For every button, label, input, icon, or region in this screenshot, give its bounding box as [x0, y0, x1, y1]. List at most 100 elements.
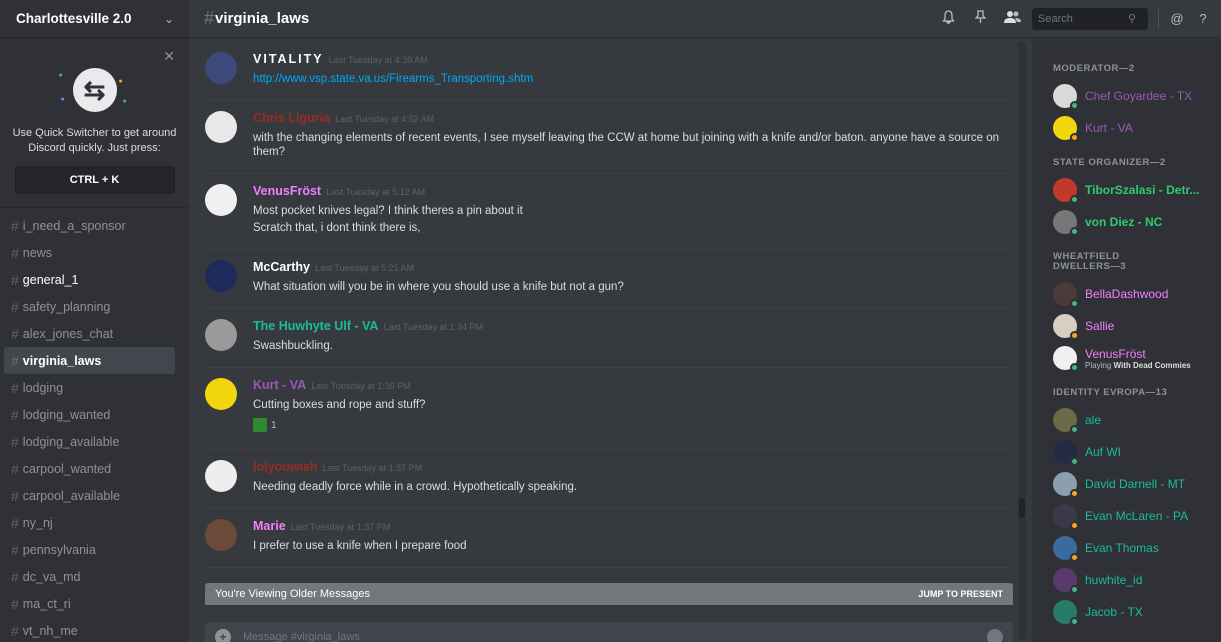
- server-header[interactable]: Charlottesville 2.0 ⌄: [0, 0, 189, 38]
- member-item[interactable]: BellaDashwood: [1032, 278, 1221, 310]
- status-dot: [1070, 521, 1079, 530]
- message: Marie Last Tuesday at 1:37 PM I prefer to …: [205, 509, 1013, 568]
- member-name: VenusFröst: [1085, 346, 1146, 361]
- members-icon[interactable]: [1004, 10, 1021, 27]
- status-dot: [1070, 425, 1079, 434]
- message-header: Kurt - VA Last Tuesday at 1:36 PM: [253, 378, 1013, 395]
- member-item[interactable]: Auf WI: [1032, 436, 1221, 468]
- member-item[interactable]: Evan McLaren - PA: [1032, 500, 1221, 532]
- reaction-button[interactable]: 1: [253, 418, 277, 432]
- member-item[interactable]: Chef Goyardee - TX: [1032, 80, 1221, 112]
- close-icon[interactable]: ✕: [163, 48, 175, 65]
- member-info: von Diez - NC: [1085, 215, 1162, 229]
- user-avatar[interactable]: [205, 460, 237, 492]
- member-item[interactable]: Kurt - VA: [1032, 112, 1221, 144]
- channel-item-alex-jones-chat[interactable]: # alex_jones_chat: [4, 320, 175, 347]
- message-input[interactable]: [243, 631, 943, 642]
- channel-item-general-1[interactable]: # general_1: [4, 266, 175, 293]
- user-avatar[interactable]: [205, 319, 237, 351]
- quick-switcher-tip: ✕ ● ● ● ● ⇆ Use Quick Switcher to get ar…: [0, 38, 189, 208]
- channel-item-i-need-a-sponsor[interactable]: # i_need_a_sponsor: [4, 212, 175, 239]
- hash-icon: #: [11, 514, 19, 531]
- message-body: VITALITY Last Tuesday at 4:39 AM http://ww…: [253, 52, 1013, 86]
- member-item[interactable]: TiborSzalasi - Detr...: [1032, 174, 1221, 206]
- user-avatar[interactable]: [205, 111, 237, 143]
- message-author[interactable]: Kurt - VA: [253, 378, 306, 392]
- switch-arrows-icon: ● ● ● ● ⇆: [59, 68, 127, 114]
- member-info: BellaDashwood: [1085, 287, 1168, 301]
- jump-to-present-button[interactable]: JUMP TO PRESENT: [918, 589, 1003, 599]
- channel-item-virginia-laws[interactable]: # virginia_laws: [4, 347, 175, 374]
- channel-item-carpool-wanted[interactable]: # carpool_wanted: [4, 455, 175, 482]
- older-messages-bar[interactable]: You're Viewing Older Messages JUMP TO PR…: [205, 583, 1013, 605]
- hash-icon: #: [204, 8, 215, 28]
- channel-item-lodging-available[interactable]: # lodging_available: [4, 428, 175, 455]
- status-dot: [1070, 331, 1079, 340]
- member-item[interactable]: Evan Thomas: [1032, 532, 1221, 564]
- member-item[interactable]: von Diez - NC: [1032, 206, 1221, 238]
- user-avatar[interactable]: [205, 260, 237, 292]
- user-avatar[interactable]: [205, 52, 237, 84]
- message-author[interactable]: VITALITY: [253, 52, 324, 66]
- message-text: I prefer to use a knife when I prepare f…: [253, 540, 467, 552]
- channel-item-lodging[interactable]: # lodging: [4, 374, 175, 401]
- emoji-icon[interactable]: [987, 629, 1003, 642]
- user-avatar[interactable]: [205, 378, 237, 410]
- channel-item-vt-nh-me[interactable]: # vt_nh_me: [4, 617, 175, 642]
- at-icon[interactable]: @: [1169, 11, 1185, 26]
- channel-item-news[interactable]: # news: [4, 239, 175, 266]
- member-item[interactable]: Jacob - TX: [1032, 596, 1221, 628]
- message-author[interactable]: lolyouwish: [253, 460, 318, 474]
- user-avatar[interactable]: [205, 184, 237, 216]
- message-author[interactable]: McCarthy: [253, 260, 310, 274]
- member-item[interactable]: ale: [1032, 404, 1221, 436]
- member-item[interactable]: huwhite_id: [1032, 564, 1221, 596]
- upload-icon[interactable]: +: [215, 629, 231, 642]
- member-avatar: [1053, 84, 1079, 110]
- member-avatar: [1053, 346, 1079, 372]
- status-dot: [1070, 363, 1079, 372]
- channel-list: # i_need_a_sponsor # news # general_1 # safety_…: [0, 208, 189, 642]
- message-author[interactable]: The Huwhyte Ulf - VA: [253, 319, 378, 333]
- member-name: BellaDashwood: [1085, 287, 1169, 301]
- channel-item-pennsylvania[interactable]: # pennsylvania: [4, 536, 175, 563]
- status-dot: [1070, 133, 1079, 142]
- member-name: Evan McLaren - PA: [1085, 509, 1189, 523]
- scrollbar-track[interactable]: [1018, 42, 1026, 640]
- channel-name: i_need_a_sponsor: [22, 218, 126, 233]
- member-item[interactable]: Sallie: [1032, 310, 1221, 342]
- pin-icon[interactable]: [972, 10, 988, 27]
- reaction-count: 1: [271, 419, 277, 431]
- bell-icon[interactable]: [940, 10, 956, 27]
- channel-item-ma-ct-ri[interactable]: # ma_ct_ri: [4, 590, 175, 617]
- user-avatar[interactable]: [205, 519, 237, 551]
- message-author[interactable]: VenusFröst: [253, 184, 321, 198]
- channel-item-safety-planning[interactable]: # safety_planning: [4, 293, 175, 320]
- message-author[interactable]: Chris Liguria: [253, 111, 330, 125]
- member-avatar: [1053, 600, 1079, 626]
- hash-icon: #: [11, 541, 19, 558]
- status-dot: [1070, 553, 1079, 562]
- channel-item-lodging-wanted[interactable]: # lodging_wanted: [4, 401, 175, 428]
- message-link[interactable]: http://www.vsp.state.va.us/Firearms_Tran…: [253, 72, 1013, 86]
- channel-name: carpool_available: [22, 488, 121, 503]
- member-item[interactable]: David Darnell - MT: [1032, 468, 1221, 500]
- channel-item-dc-va-md[interactable]: # dc_va_md: [4, 563, 175, 590]
- member-info: TiborSzalasi - Detr...: [1085, 183, 1199, 197]
- member-name: Sallie: [1085, 319, 1115, 333]
- member-avatar: [1053, 314, 1079, 340]
- status-dot: [1070, 489, 1079, 498]
- status-dot: [1070, 101, 1079, 110]
- chevron-down-icon[interactable]: ⌄: [164, 12, 174, 26]
- scrollbar-thumb[interactable]: [1019, 498, 1025, 518]
- channel-item-ny-nj[interactable]: # ny_nj: [4, 509, 175, 536]
- search-icon[interactable]: ⚲: [1128, 12, 1136, 25]
- help-icon[interactable]: ?: [1195, 11, 1211, 26]
- channel-item-carpool-available[interactable]: # carpool_available: [4, 482, 175, 509]
- search-box[interactable]: ⚲: [1032, 7, 1148, 30]
- search-input[interactable]: [1038, 12, 1128, 25]
- status-dot: [1070, 195, 1079, 204]
- message-author[interactable]: Marie: [253, 519, 286, 533]
- member-info: Auf WI: [1085, 445, 1121, 459]
- member-item[interactable]: VenusFröst Playing With Dead Commies: [1032, 342, 1221, 374]
